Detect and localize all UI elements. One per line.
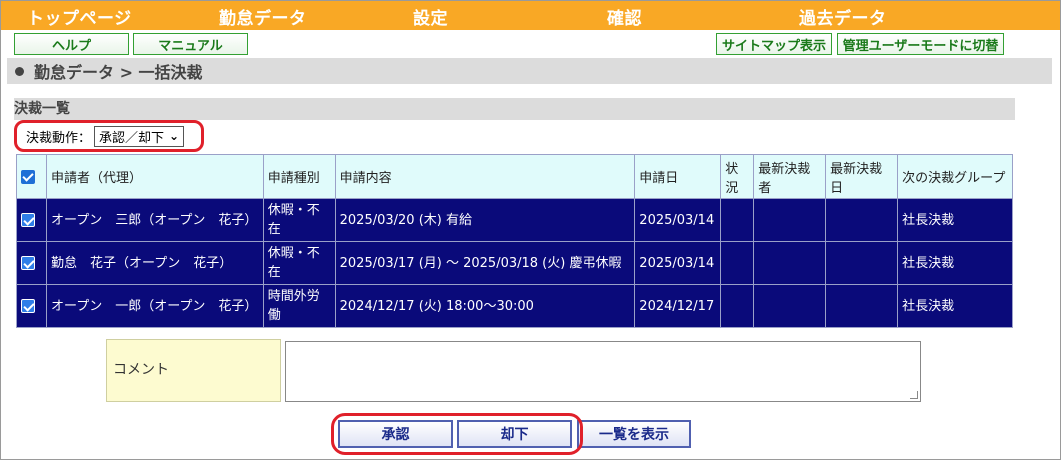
cell-applicant: オープン 一郎（オープン 花子）	[45, 284, 264, 328]
highlight-oval-buttons	[331, 413, 583, 455]
nav-attendance-data[interactable]: 勤怠データ	[219, 4, 307, 29]
nav-top-page[interactable]: トップページ	[27, 4, 132, 29]
section-title: 決裁一覧	[14, 98, 1015, 120]
cell-content: 2024/12/17 (火) 18:00～30:00	[334, 284, 636, 328]
highlight-oval-action	[14, 120, 204, 152]
bullet-icon	[15, 66, 24, 76]
cell-type: 休暇・不在	[262, 241, 336, 285]
cell-type: 時間外労働	[262, 284, 336, 328]
cell-latest-approver	[753, 198, 827, 242]
cell-next-group: 社長決裁	[897, 198, 1013, 242]
table-row[interactable]: オープン 一郎（オープン 花子） 時間外労働 2024/12/17 (火) 18…	[16, 284, 1013, 328]
cell-status	[720, 284, 755, 328]
cell-type: 休暇・不在	[262, 198, 336, 242]
top-nav: トップページ 勤怠データ 設定 確認 過去データ	[1, 1, 1060, 30]
nav-confirm[interactable]: 確認	[607, 4, 642, 29]
row-checkbox[interactable]	[21, 299, 35, 313]
header-content: 申請内容	[334, 154, 636, 199]
comment-label: コメント	[106, 339, 281, 402]
sitemap-button[interactable]: サイトマップ表示	[716, 33, 832, 55]
table-row[interactable]: オープン 三郎（オープン 花子） 休暇・不在 2025/03/20 (木) 有給…	[16, 198, 1013, 242]
cell-latest-approver	[753, 284, 827, 328]
cell-latest-date	[825, 241, 899, 285]
cell-next-group: 社長決裁	[897, 241, 1013, 285]
header-status: 状況	[720, 154, 755, 199]
row-checkbox-cell[interactable]	[16, 241, 47, 285]
comment-textarea[interactable]	[285, 341, 921, 402]
nav-past-data[interactable]: 過去データ	[799, 4, 887, 29]
cell-latest-date	[825, 284, 899, 328]
manual-button[interactable]: マニュアル	[133, 33, 248, 55]
show-list-button[interactable]: 一覧を表示	[577, 420, 691, 448]
cell-applicant: オープン 三郎（オープン 花子）	[45, 198, 264, 242]
breadcrumb: 勤怠データ > 一括決裁	[7, 58, 1052, 84]
cell-status	[720, 241, 755, 285]
cell-date: 2024/12/17	[634, 284, 722, 328]
select-all-cell[interactable]	[16, 154, 47, 199]
header-latest-date: 最新決裁日	[825, 154, 899, 199]
cell-status	[720, 198, 755, 242]
cell-latest-date	[825, 198, 899, 242]
cell-content: 2025/03/20 (木) 有給	[334, 198, 636, 242]
cell-latest-approver	[753, 241, 827, 285]
cell-content: 2025/03/17 (月) ～ 2025/03/18 (火) 慶弔休暇	[334, 241, 636, 285]
row-checkbox[interactable]	[21, 256, 35, 270]
header-next-group: 次の決裁グループ	[897, 154, 1013, 199]
admin-mode-button[interactable]: 管理ユーザーモードに切替	[837, 33, 1004, 55]
cell-date: 2025/03/14	[634, 198, 722, 242]
cell-next-group: 社長決裁	[897, 284, 1013, 328]
header-type: 申請種別	[262, 154, 336, 199]
header-latest-approver: 最新決裁者	[753, 154, 827, 199]
row-checkbox[interactable]	[21, 213, 35, 227]
approval-table: 申請者（代理） 申請種別 申請内容 申請日 状況 最新決裁者 最新決裁日 次の決…	[16, 154, 1013, 328]
cell-applicant: 勤怠 花子（オープン 花子）	[45, 241, 264, 285]
header-applicant: 申請者（代理）	[45, 154, 264, 199]
resize-grip-icon[interactable]	[910, 391, 918, 399]
table-row[interactable]: 勤怠 花子（オープン 花子） 休暇・不在 2025/03/17 (月) ～ 20…	[16, 241, 1013, 285]
header-date: 申請日	[634, 154, 722, 199]
breadcrumb-text: 勤怠データ > 一括決裁	[34, 63, 203, 82]
row-checkbox-cell[interactable]	[16, 198, 47, 242]
nav-settings[interactable]: 設定	[413, 4, 448, 29]
cell-date: 2025/03/14	[634, 241, 722, 285]
select-all-checkbox[interactable]	[21, 169, 35, 184]
row-checkbox-cell[interactable]	[16, 284, 47, 328]
table-header-row: 申請者（代理） 申請種別 申請内容 申請日 状況 最新決裁者 最新決裁日 次の決…	[16, 154, 1013, 199]
help-button[interactable]: ヘルプ	[14, 33, 129, 55]
